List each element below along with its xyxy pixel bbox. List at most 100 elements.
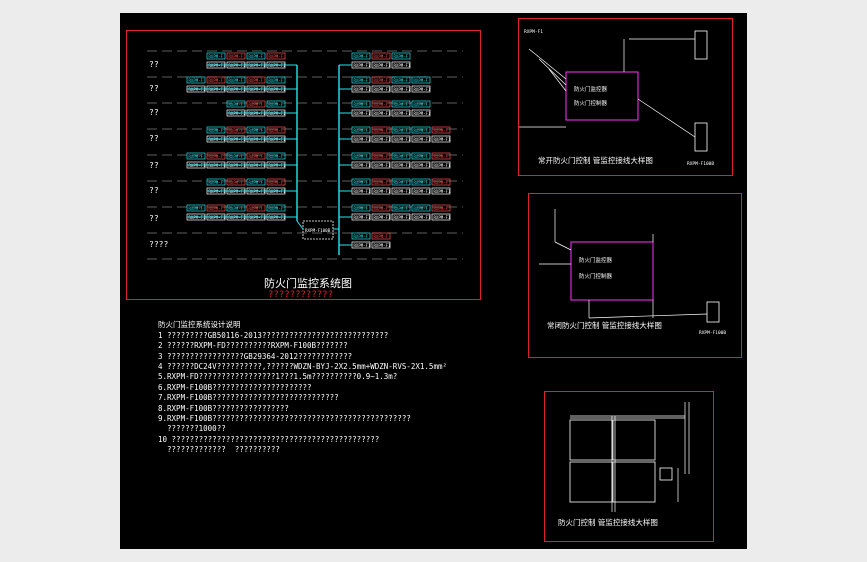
device-label: RXPM-F bbox=[374, 102, 389, 107]
note-line: 10 ?????????????????????????????????????… bbox=[158, 434, 380, 444]
note-line: 7.RXPM-F100B???????????????????????????? bbox=[158, 393, 339, 403]
device-label: RXPM-F1 bbox=[414, 163, 431, 168]
door-device bbox=[706, 301, 720, 323]
device-label: RXPM-F1 bbox=[374, 137, 391, 142]
note-line: 9.RXPM-F100B????????????????????????????… bbox=[158, 414, 411, 424]
device-label: RXPM-F1 bbox=[434, 215, 451, 220]
device-label: RXPM-F bbox=[394, 102, 409, 107]
device-label: RXPM-F1 bbox=[414, 111, 431, 116]
device-label: RXPM-F1 bbox=[394, 189, 411, 194]
device-label: RXPM-F1 bbox=[354, 215, 371, 220]
device-label: RXPM-F1 bbox=[354, 87, 371, 92]
device-label: RXPM-F bbox=[394, 206, 409, 211]
device-label: RXPM-F1 bbox=[374, 63, 391, 68]
device-label: RXPM-F1 bbox=[434, 137, 451, 142]
device-label: RXPM-F1 bbox=[354, 189, 371, 194]
device-label: RXPM-F bbox=[374, 78, 389, 83]
device-label: RXPM-F1 bbox=[354, 137, 371, 142]
device-label: RXPM-F bbox=[434, 206, 449, 211]
device-label: RXPM-F1 bbox=[394, 63, 411, 68]
device-label: RXPM-F1 bbox=[394, 137, 411, 142]
device-label: RXPM-F bbox=[434, 128, 449, 133]
door-device bbox=[694, 30, 708, 60]
floor-label: ?? bbox=[149, 161, 159, 170]
device-label: RXPM-F bbox=[434, 154, 449, 159]
device-label: RXPM-F bbox=[269, 54, 284, 59]
wire bbox=[528, 48, 567, 80]
door-leaf bbox=[569, 461, 613, 503]
detail-2-frame: 防火门监控器 防火门控制器 RXPM-F100B bbox=[528, 193, 742, 358]
device-label: RXPM-F bbox=[229, 180, 244, 185]
main-diagram-subtitle: ???????????? bbox=[268, 290, 334, 300]
device-label: RXPM-F1 bbox=[374, 243, 391, 248]
device-label: RXPM-F bbox=[394, 128, 409, 133]
floor-label: ?? bbox=[149, 60, 159, 69]
device-label: RXPM-F bbox=[414, 128, 429, 133]
device-label: RXPM-F bbox=[209, 54, 224, 59]
note-line: 8.RXPM-F100B????????????????? bbox=[158, 403, 289, 413]
wire bbox=[538, 58, 567, 86]
door-leaf bbox=[612, 419, 656, 461]
device-label: RXPM-F bbox=[374, 154, 389, 159]
device-label: RXPM-F bbox=[414, 78, 429, 83]
device-label: RXPM-F bbox=[269, 154, 284, 159]
wire bbox=[637, 98, 696, 138]
device-label: RXPM-F bbox=[229, 54, 244, 59]
door-device bbox=[694, 122, 708, 152]
box-label: 防火门控制器 bbox=[579, 272, 613, 280]
door-leaf bbox=[612, 461, 656, 503]
device-label: RXPM-F1 bbox=[374, 87, 391, 92]
notes-heading: 防火门监控系统设计说明 bbox=[158, 320, 241, 330]
main-diagram-title: 防火门监控系统图 bbox=[264, 277, 352, 290]
wire bbox=[554, 241, 572, 251]
floor-label: ?? bbox=[149, 108, 159, 117]
note-line: 6.RXPM-F100B?????????????????????? bbox=[158, 382, 312, 392]
design-notes: 防火门监控系统设计说明 1 ?????????GB50116-2013?????… bbox=[158, 310, 447, 477]
floor-label: ?? bbox=[149, 84, 159, 93]
device-label: RXPM-F1 bbox=[394, 87, 411, 92]
device-label: RXPM-F bbox=[374, 234, 389, 239]
floor-label: ?? bbox=[149, 186, 159, 195]
device-label: RXPM-F bbox=[269, 128, 284, 133]
device-label: RXPM-F bbox=[414, 154, 429, 159]
device-label: RXPM-F bbox=[414, 206, 429, 211]
device-label: RXPM-F bbox=[354, 180, 369, 185]
main-system-diagram: ??????????????????RXPM-FRXPM-F1RXPM-FRXP… bbox=[147, 50, 463, 260]
detail-3-title: 防火门控制 管监控接线大样图 bbox=[558, 518, 658, 527]
note-line: 2 ??????RXPM-FD??????????RXPM-F100B?????… bbox=[158, 341, 348, 351]
floor-label: ?? bbox=[149, 134, 159, 143]
box-label: 防火门监控器 bbox=[579, 256, 613, 264]
device-label: RXPM-F bbox=[249, 180, 264, 185]
device-label: RXPM-F1 bbox=[414, 215, 431, 220]
device-label: RXPM-F1 bbox=[354, 163, 371, 168]
device-label: RXPM-F bbox=[209, 180, 224, 185]
device-label: RXPM-F bbox=[209, 128, 224, 133]
device-label: RXPM-F1 bbox=[394, 111, 411, 116]
device-label: RXPM-F bbox=[249, 78, 264, 83]
device-label: RXPM-F bbox=[269, 102, 284, 107]
floor-label: ?? bbox=[149, 214, 159, 223]
link bbox=[296, 220, 304, 230]
detail-2-title: 常闭防火门控制 管监控接线大样图 bbox=[547, 321, 662, 330]
device-label: RXPM-F1 bbox=[374, 111, 391, 116]
device-label: RXPM-F bbox=[209, 154, 224, 159]
device-label: RXPM-F bbox=[374, 54, 389, 59]
note-line: 5.RXPM-FD?????????????????1???1.5m??????… bbox=[158, 372, 398, 382]
device-label: RXPM-F1 bbox=[354, 63, 371, 68]
box-label: 防火门控制器 bbox=[574, 99, 608, 107]
wire bbox=[588, 313, 708, 319]
device-label: RXPM-F bbox=[249, 154, 264, 159]
device-tag: RXPM-F100B bbox=[687, 161, 714, 167]
detail-1-title: 常开防火门控制 管监控接线大样图 bbox=[538, 156, 653, 165]
device-label: RXPM-F1 bbox=[414, 87, 431, 92]
device-label: RXPM-F bbox=[209, 78, 224, 83]
device-label: RXPM-F bbox=[354, 54, 369, 59]
device-label: RXPM-F bbox=[249, 128, 264, 133]
device-label: RXPM-F bbox=[229, 102, 244, 107]
device-label: RXPM-F1 bbox=[434, 189, 451, 194]
device-label: RXPM-F bbox=[374, 206, 389, 211]
device-tag: RXPM-F100B bbox=[699, 330, 726, 336]
door-closer bbox=[659, 467, 673, 481]
device-label: RXPM-F bbox=[229, 154, 244, 159]
floor-label: ???? bbox=[149, 240, 168, 249]
